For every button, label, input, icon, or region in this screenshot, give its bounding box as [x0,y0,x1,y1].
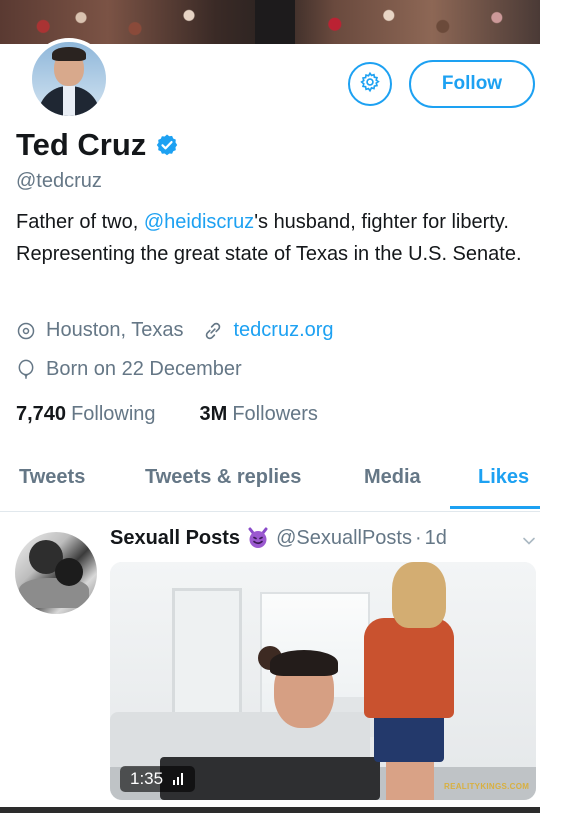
smiling-devil-emoji-icon [246,526,270,550]
profile-tabs: Tweets Tweets & replies Media Likes [0,455,540,512]
profile-meta-birthday: Born on 22 December [16,358,242,381]
profile-website-link[interactable]: tedcruz.org [234,319,334,342]
video-duration: 1:35 [130,769,164,788]
tweet-author-name[interactable]: Sexuall Posts [110,527,240,550]
profile-avatar[interactable] [28,38,110,120]
video-duration-badge: 1:35 [120,766,196,792]
link-icon [202,320,224,342]
tab-tweets[interactable]: Tweets [19,466,85,489]
profile-stats: 7,740 Following 3M Followers [16,403,318,426]
header-banner-image [0,0,540,44]
profile-meta-location-website: Houston, Texas tedcruz.org [16,319,334,342]
balloon-icon [16,359,36,381]
profile-handle: @tedcruz [16,170,102,192]
profile-name-row: Ted Cruz [16,127,179,163]
profile-screen: Follow Ted Cruz @tedcruz Father of two, … [0,0,540,813]
followers-stat[interactable]: 3M Followers [200,403,318,426]
bio-mention-link[interactable]: @heidiscruz [144,211,254,233]
tweet-header: Sexuall Posts @SexuallPosts · 1d [110,526,447,550]
tweet-author-handle[interactable]: @SexuallPosts [276,527,412,550]
tweet-separator: · [414,526,422,549]
verified-badge-icon [155,133,179,157]
screenshot-margin [540,0,583,813]
location-pin-icon [16,321,36,341]
tab-likes[interactable]: Likes [478,466,529,489]
profile-birthday: Born on 22 December [46,358,242,380]
tab-tweets-and-replies[interactable]: Tweets & replies [145,466,301,489]
video-views-icon [173,773,185,785]
bottom-edge [0,807,540,813]
chevron-down-icon[interactable] [522,534,536,553]
active-tab-indicator [450,506,540,509]
tweet-author-avatar[interactable] [15,532,97,614]
tab-media[interactable]: Media [364,466,421,489]
profile-location: Houston, Texas [46,319,184,341]
profile-bio: Father of two, @heidiscruz's husband, fi… [16,211,522,265]
banner-figure [255,0,295,44]
follow-button[interactable]: Follow [409,60,535,108]
liked-tweet[interactable]: Sexuall Posts @SexuallPosts · 1d REALITY… [0,514,540,813]
tweet-video[interactable]: REALITYKINGS.COM 1:35 [110,562,536,800]
profile-name: Ted Cruz [16,127,147,162]
following-stat[interactable]: 7,740 Following [16,403,156,426]
video-watermark: REALITYKINGS.COM [444,782,530,791]
tweet-timestamp[interactable]: 1d [425,527,447,550]
gear-icon [359,71,381,98]
settings-button[interactable] [348,62,392,106]
